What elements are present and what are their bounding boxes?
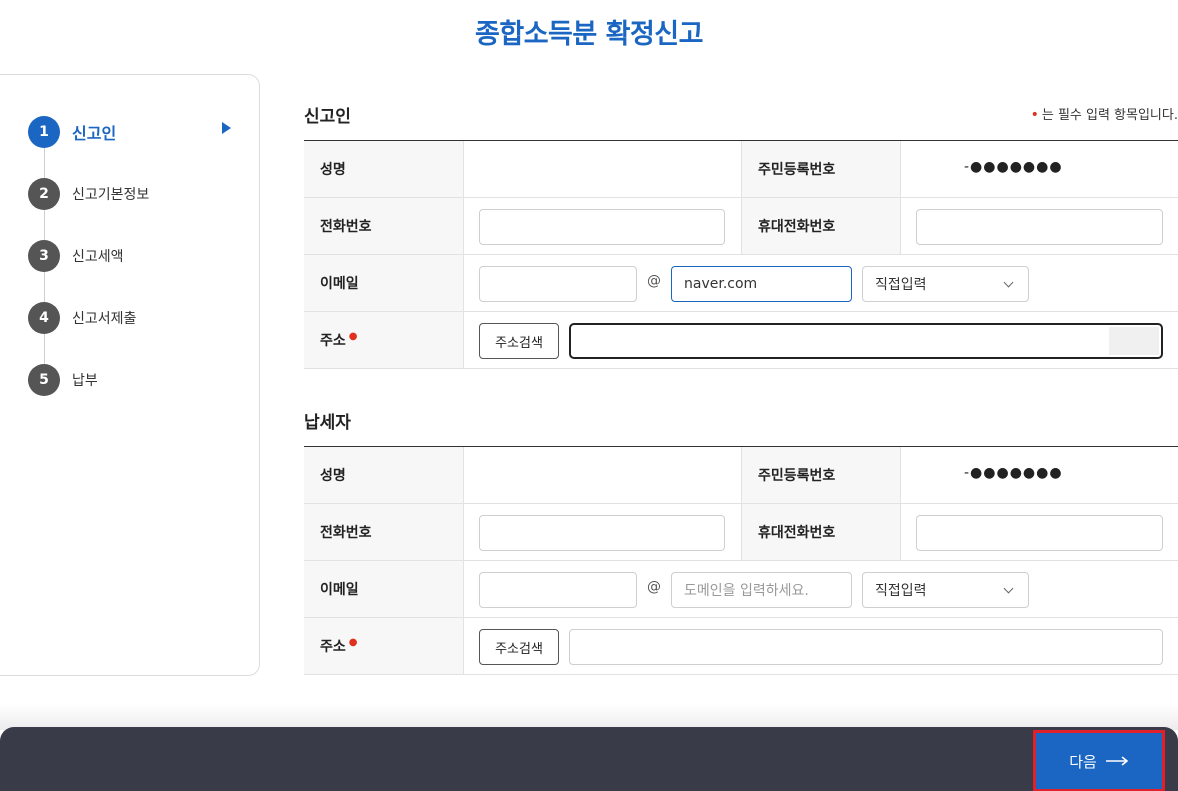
reporter-rrn-value: -●●●●●●● [964, 159, 1063, 175]
page-title: 종합소득분 확정신고 [475, 19, 703, 50]
taxpayer-address-label: 주소 ● [304, 618, 464, 674]
reporter-rrn-label: 주민등록번호 [741, 141, 901, 197]
taxpayer-row-address: 주소 ● 주소검색 [304, 618, 1178, 675]
step-number: 5 [28, 364, 60, 396]
required-note-text: 는 필수 입력 항목입니다. [1041, 108, 1178, 123]
taxpayer-row-name: 성명 주민등록번호 -●●●●●●● [304, 447, 1178, 504]
chevron-down-icon [1003, 277, 1014, 287]
at-sign: @ [647, 273, 661, 289]
address-label-text: 주소 [320, 639, 346, 655]
footer-bar [0, 727, 1178, 791]
stepper: 1 신고인 2 신고기본정보 3 신고세액 4 신고서제출 5 납부 [0, 74, 260, 676]
step-3[interactable]: 3 신고세액 [28, 240, 124, 272]
step-label: 신고서제출 [72, 311, 137, 327]
taxpayer-name-label: 성명 [304, 447, 464, 503]
reporter-mobile-input[interactable] [916, 209, 1163, 245]
reporter-row-email: 이메일 @ naver.com 직접입력 [304, 255, 1178, 312]
reporter-row-name: 성명 주민등록번호 -●●●●●●● [304, 141, 1178, 198]
taxpayer-mobile-input[interactable] [916, 515, 1163, 551]
taxpayer-row-phone: 전화번호 휴대전화번호 [304, 504, 1178, 561]
taxpayer-email-domain-input[interactable]: 도메인을 입력하세요. [671, 572, 852, 608]
taxpayer-email-id-input[interactable] [479, 572, 637, 608]
step-label: 납부 [72, 373, 98, 389]
taxpayer-rrn-value: -●●●●●●● [964, 465, 1063, 481]
reporter-email-id-input[interactable] [479, 266, 637, 302]
taxpayer-form-table: 성명 주민등록번호 -●●●●●●● 전화번호 휴대전화번호 이메일 @ 도메인… [304, 446, 1178, 675]
active-step-arrow-icon [222, 122, 231, 134]
required-note: • 는 필수 입력 항목입니다. [1031, 104, 1178, 123]
required-dot-icon: • [1030, 107, 1039, 123]
taxpayer-phone-input[interactable] [479, 515, 725, 551]
taxpayer-email-domain-select[interactable]: 직접입력 [862, 572, 1029, 608]
address-label-text: 주소 [320, 333, 346, 349]
address-input-readonly-area [1109, 327, 1159, 355]
step-number: 3 [28, 240, 60, 272]
at-sign: @ [647, 579, 661, 595]
chevron-down-icon [1003, 583, 1014, 593]
reporter-email-label: 이메일 [304, 255, 464, 311]
taxpayer-address-search-button[interactable]: 주소검색 [479, 629, 559, 665]
taxpayer-phone-label: 전화번호 [304, 504, 464, 560]
taxpayer-address-input[interactable] [569, 629, 1163, 665]
arrow-right-icon [1105, 756, 1129, 766]
taxpayer-rrn-label: 주민등록번호 [741, 447, 901, 503]
select-value: 직접입력 [875, 277, 927, 293]
reporter-email-domain-select[interactable]: 직접입력 [862, 266, 1029, 302]
reporter-address-search-button[interactable]: 주소검색 [479, 323, 559, 359]
step-label: 신고세액 [72, 249, 124, 265]
reporter-name-label: 성명 [304, 141, 464, 197]
reporter-address-label: 주소 ● [304, 312, 464, 368]
step-4[interactable]: 4 신고서제출 [28, 302, 136, 334]
reporter-row-address: 주소 ● 주소검색 [304, 312, 1178, 369]
step-2[interactable]: 2 신고기본정보 [28, 178, 149, 210]
reporter-form-table: 성명 주민등록번호 -●●●●●●● 전화번호 휴대전화번호 이메일 @ nav… [304, 140, 1178, 369]
required-dot-icon: ● [348, 330, 358, 342]
reporter-phone-input[interactable] [479, 209, 725, 245]
step-1[interactable]: 1 신고인 [28, 116, 116, 148]
select-value: 직접입력 [875, 583, 927, 599]
taxpayer-section-title: 납세자 [304, 413, 351, 433]
required-dot-icon: ● [348, 636, 358, 648]
step-5[interactable]: 5 납부 [28, 364, 98, 396]
taxpayer-row-email: 이메일 @ 도메인을 입력하세요. 직접입력 [304, 561, 1178, 618]
reporter-mobile-label: 휴대전화번호 [741, 198, 901, 254]
step-number: 2 [28, 178, 60, 210]
next-button-label: 다음 [1069, 752, 1097, 771]
reporter-email-domain-input[interactable]: naver.com [671, 266, 852, 302]
step-label: 신고인 [72, 124, 117, 143]
reporter-section-title: 신고인 [304, 107, 351, 127]
step-number: 4 [28, 302, 60, 334]
page: 종합소득분 확정신고 1 신고인 2 신고기본정보 3 신고세액 4 신고서제출… [0, 0, 1178, 791]
reporter-row-phone: 전화번호 휴대전화번호 [304, 198, 1178, 255]
taxpayer-mobile-label: 휴대전화번호 [741, 504, 901, 560]
taxpayer-email-label: 이메일 [304, 561, 464, 617]
reporter-address-input[interactable] [569, 323, 1163, 359]
reporter-phone-label: 전화번호 [304, 198, 464, 254]
step-label: 신고기본정보 [72, 187, 150, 203]
step-number: 1 [28, 116, 60, 148]
next-button[interactable]: 다음 [1033, 730, 1165, 791]
